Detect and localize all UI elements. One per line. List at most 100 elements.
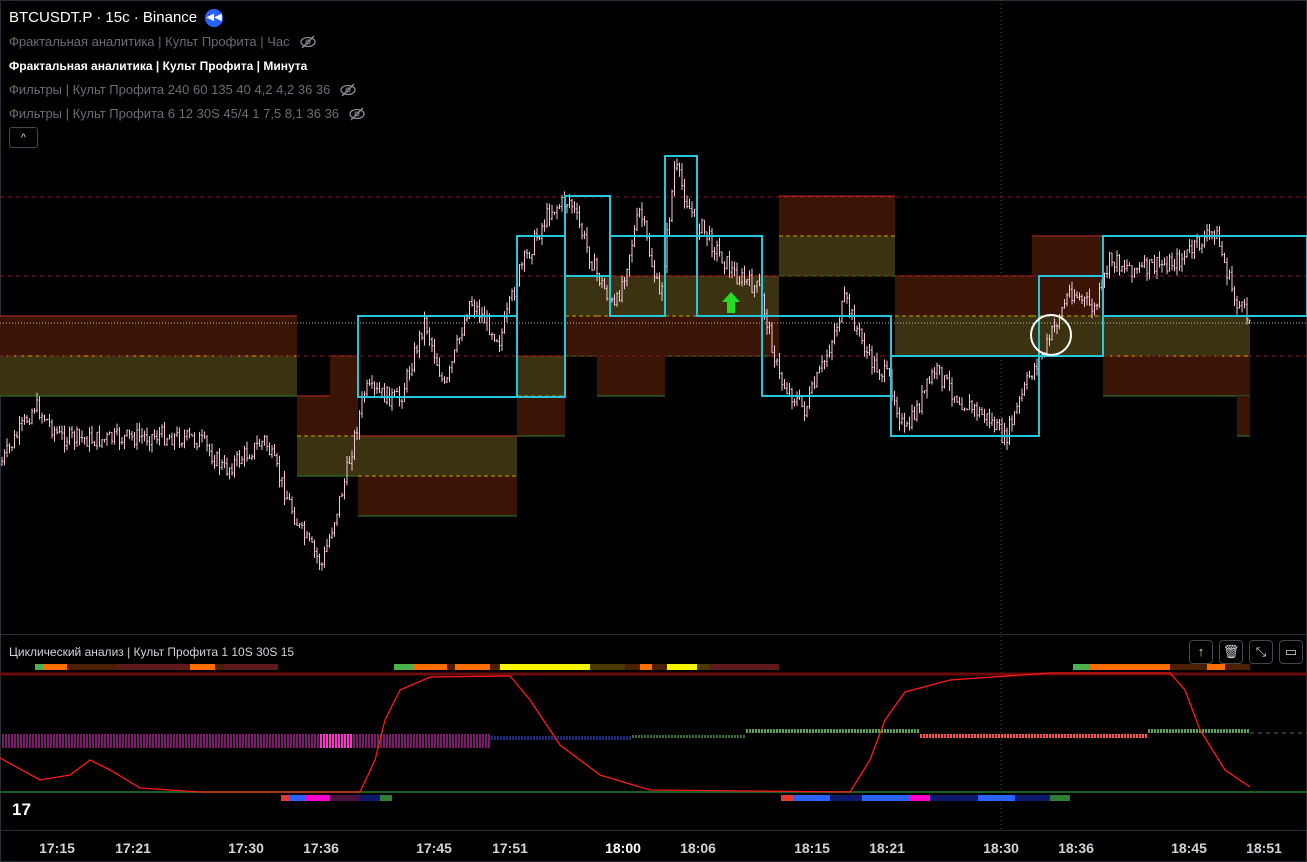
delete-pane-button[interactable]: 🗑	[1219, 640, 1243, 664]
histogram-bar	[761, 729, 763, 733]
indicator-legend-filter-1[interactable]: Фильтры | Культ Профита 240 60 135 40 4,…	[9, 78, 365, 102]
cycle-segment-bottom	[1050, 795, 1070, 801]
histogram-bar	[971, 734, 973, 738]
histogram-bar	[35, 734, 37, 748]
histogram-bar	[8, 734, 10, 748]
rewind-icon[interactable]: ◀◀	[205, 9, 223, 27]
histogram-bar	[665, 735, 667, 738]
histogram-bar	[428, 734, 430, 748]
cycle-segment-bottom	[289, 795, 305, 801]
histogram-bar	[548, 736, 550, 740]
eye-hidden-icon[interactable]	[300, 35, 316, 49]
histogram-bar	[419, 734, 421, 748]
histogram-bar	[1046, 734, 1048, 738]
histogram-bar	[146, 734, 148, 748]
cycle-segment-bottom	[830, 795, 862, 801]
zone-fill	[1103, 356, 1250, 396]
histogram-bar	[119, 734, 121, 748]
histogram-bar	[17, 734, 19, 748]
histogram-bar	[839, 729, 841, 733]
histogram-bar	[497, 736, 499, 740]
histogram-bar	[599, 736, 601, 740]
cycle-segment-bottom	[793, 795, 830, 801]
histogram-bar	[1217, 729, 1219, 733]
histogram-bar	[68, 734, 70, 748]
cycle-segment	[1225, 664, 1250, 670]
cycle-segment	[625, 664, 640, 670]
histogram-bar	[335, 734, 337, 748]
histogram-bar	[629, 736, 631, 740]
indicator-legend-hour[interactable]: Фрактальная аналитика | Культ Профита | …	[9, 30, 365, 54]
maximize-pane-button[interactable]: ⤡	[1249, 640, 1273, 664]
histogram-bar	[386, 734, 388, 748]
cycle-segment-bottom	[862, 795, 910, 801]
histogram-bar	[1172, 729, 1174, 733]
cycle-segment	[35, 664, 43, 670]
histogram-bar	[551, 736, 553, 740]
histogram-bar	[455, 734, 457, 748]
histogram-bar	[590, 736, 592, 740]
histogram-bar	[281, 734, 283, 748]
restore-pane-button[interactable]: ▭	[1279, 640, 1303, 664]
histogram-bar	[365, 734, 367, 748]
histogram-bar	[1043, 734, 1045, 738]
histogram-bar	[686, 735, 688, 738]
indicator-legend-filter-2[interactable]: Фильтры | Культ Профита 6 12 30S 45/4 1 …	[9, 102, 365, 126]
zone-fill	[297, 396, 330, 436]
cycle-segment	[640, 664, 652, 670]
histogram-bar	[293, 734, 295, 748]
zone-fill	[0, 316, 297, 356]
histogram-bar	[851, 729, 853, 733]
histogram-bar	[671, 735, 673, 738]
histogram-bar	[251, 734, 253, 748]
histogram-bar	[1106, 734, 1108, 738]
cycle-segment	[1090, 664, 1170, 670]
eye-hidden-icon[interactable]	[349, 107, 365, 121]
histogram-bar	[1142, 734, 1144, 738]
histogram-bar	[890, 729, 892, 733]
histogram-bar	[65, 734, 67, 748]
zone-fill	[517, 396, 565, 436]
histogram-bar	[611, 736, 613, 740]
histogram-bar	[911, 729, 913, 733]
histogram-bar	[824, 729, 826, 733]
histogram-bar	[737, 735, 739, 738]
histogram-bar	[314, 734, 316, 748]
histogram-bar	[23, 734, 25, 748]
histogram-bar	[989, 734, 991, 738]
indicator-legend-minute[interactable]: Фрактальная аналитика | Культ Профита | …	[9, 54, 365, 78]
histogram-bar	[107, 734, 109, 748]
move-pane-up-button[interactable]: ↑	[1189, 640, 1213, 664]
histogram-bar	[701, 735, 703, 738]
histogram-bar	[1052, 734, 1054, 738]
histogram-bar	[188, 734, 190, 748]
histogram-bar	[995, 734, 997, 738]
price-chart[interactable]	[0, 0, 1307, 862]
time-label: 17:21	[115, 840, 151, 856]
histogram-bar	[347, 734, 349, 748]
time-label: 18:30	[983, 840, 1019, 856]
histogram-bar	[287, 734, 289, 748]
histogram-bar	[560, 736, 562, 740]
histogram-bar	[329, 734, 331, 748]
histogram-bar	[563, 736, 565, 740]
histogram-bar	[104, 734, 106, 748]
histogram-bar	[1226, 729, 1228, 733]
time-axis[interactable]: 17:1517:2117:3017:3617:4517:5118:0018:06…	[0, 831, 1307, 862]
collapse-legend-button[interactable]: ^	[9, 127, 38, 148]
histogram-bar	[833, 729, 835, 733]
histogram-bar	[80, 734, 82, 748]
histogram-bar	[938, 734, 940, 738]
histogram-bar	[1151, 729, 1153, 733]
eye-hidden-icon[interactable]	[340, 83, 356, 97]
histogram-bar	[353, 734, 355, 748]
histogram-bar	[230, 734, 232, 748]
histogram-bar	[290, 734, 292, 748]
histogram-bar	[101, 734, 103, 748]
histogram-bar	[221, 734, 223, 748]
cycle-segment-bottom	[930, 795, 978, 801]
histogram-bar	[464, 734, 466, 748]
histogram-bar	[206, 734, 208, 748]
histogram-bar	[506, 736, 508, 740]
histogram-bar	[89, 734, 91, 748]
